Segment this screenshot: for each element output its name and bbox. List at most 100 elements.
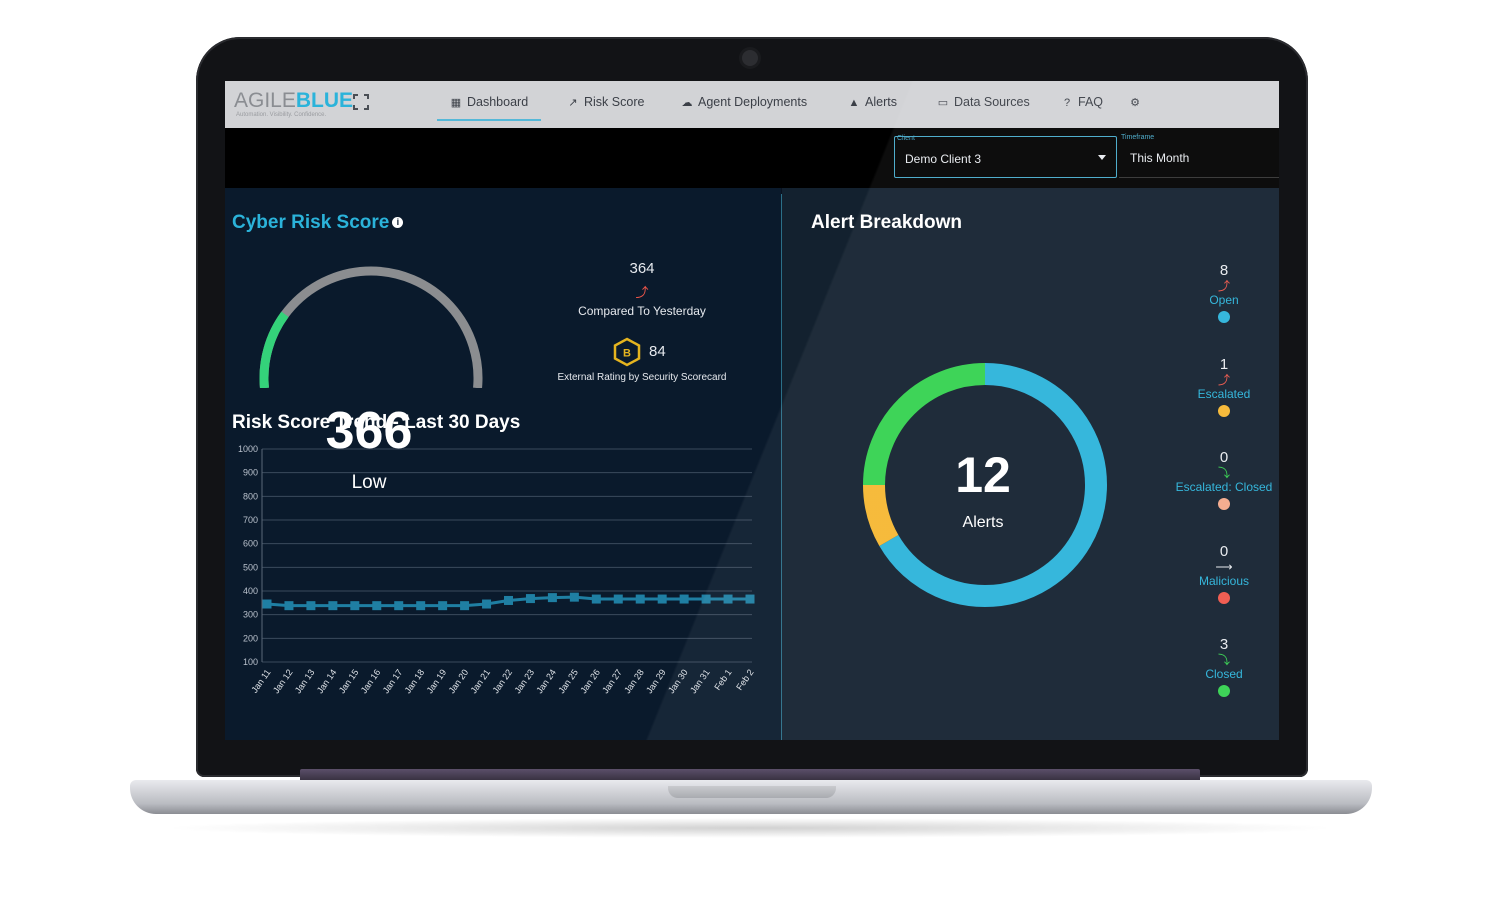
fullscreen-icon[interactable] [353, 94, 369, 110]
data-point[interactable] [460, 601, 470, 611]
data-point[interactable] [306, 601, 316, 611]
y-tick-label: 500 [243, 562, 258, 572]
legend-label: Closed [1205, 667, 1243, 681]
external-rating-label: External Rating by Security Scorecard [557, 372, 727, 383]
legend-count: 0 [1219, 449, 1229, 466]
legend-count: 8 [1219, 262, 1229, 279]
x-tick-label: Jan 19 [425, 667, 449, 695]
nav-dashboard[interactable]: ▦ Dashboard [449, 95, 528, 109]
data-point[interactable] [438, 601, 448, 611]
x-tick-label: Jan 12 [271, 667, 295, 695]
nav-faq[interactable]: ? FAQ [1060, 95, 1103, 109]
x-tick-label: Jan 27 [600, 667, 624, 695]
laptop-shadow [160, 818, 1340, 838]
x-tick-label: Jan 17 [381, 667, 405, 695]
y-tick-label: 800 [243, 491, 258, 501]
client-select[interactable]: Client Demo Client 3 [894, 135, 1117, 178]
x-tick-label: Jan 21 [468, 667, 492, 695]
x-tick-label: Feb 2 [734, 667, 755, 692]
data-point[interactable] [745, 594, 755, 604]
cyber-risk-title: Cyber Risk Score i [232, 212, 404, 234]
dashboard-icon: ▦ [450, 97, 462, 109]
client-value: Demo Client 3 [905, 152, 982, 166]
trend-down-icon: ⤵ [1217, 466, 1230, 480]
timeframe-label: Timeframe [1121, 134, 1155, 141]
active-tab-indicator [437, 119, 541, 121]
legend-label: Malicious [1198, 573, 1249, 588]
trend-up-icon: ⤴ [1217, 279, 1230, 293]
x-tick-label: Jan 14 [315, 667, 339, 695]
data-point[interactable] [394, 601, 404, 611]
risk-gauge [259, 266, 483, 388]
legend-label: Escalated: Closed [1175, 480, 1273, 494]
y-tick-label: 1000 [238, 444, 258, 454]
help-icon: ? [1063, 97, 1071, 109]
x-tick-label: Jan 24 [534, 667, 558, 695]
alert-panel: Alert Breakdown 12 Alerts 8 ⤴ Open 1 ⤴ Escala… [782, 188, 1279, 740]
data-point[interactable] [635, 594, 645, 604]
legend-color-dot [1218, 591, 1230, 604]
gauge-track [259, 266, 483, 388]
data-point[interactable] [657, 594, 667, 604]
cloud-icon: ☁ [681, 97, 693, 109]
x-tick-label: Jan 11 [249, 667, 272, 694]
data-point[interactable] [350, 601, 360, 611]
nav-risk-score[interactable]: ↗ Risk Score [566, 95, 644, 109]
grade-letter: B [623, 348, 631, 360]
legend-item-escalated[interactable]: 1 ⤴ Escalated [1164, 356, 1279, 417]
data-point[interactable] [569, 592, 579, 602]
risk-trend-title: Risk Score Trend - Last 30 Days [232, 412, 521, 433]
x-tick-label: Jan 16 [359, 667, 383, 695]
legend-item-escalated-closed[interactable]: 0 ⤵ Escalated: Closed [1164, 449, 1279, 510]
data-point[interactable] [262, 599, 272, 609]
compare-label: Compared To Yesterday [578, 304, 706, 318]
timeframe-select[interactable]: Timeframe This Month [1119, 134, 1279, 178]
x-tick-label: Jan 25 [556, 667, 580, 695]
logo-tagline: Automation. Visibility. Confidence. [236, 112, 327, 118]
data-point[interactable] [723, 594, 733, 604]
legend-item-malicious[interactable]: 0 ⟶ Malicious [1164, 543, 1279, 604]
data-point[interactable] [547, 593, 557, 603]
data-point[interactable] [328, 601, 338, 611]
data-point[interactable] [504, 595, 513, 605]
data-point[interactable] [482, 599, 492, 609]
x-tick-label: Jan 13 [293, 667, 317, 695]
data-point[interactable] [613, 594, 623, 604]
compare-value: 364 [629, 260, 655, 277]
legend-color-dot [1218, 685, 1230, 697]
y-tick-label: 900 [243, 468, 258, 478]
settings-button[interactable]: ⚙ [1128, 95, 1146, 109]
legend-color-dot [1218, 498, 1230, 510]
legend-item-open[interactable]: 8 ⤴ Open [1164, 262, 1279, 323]
logo: AGILEBLUE [234, 89, 354, 112]
data-point[interactable] [525, 594, 535, 604]
filter-bar: Client Demo Client 3 Timeframe This Mont… [225, 128, 1279, 188]
x-tick-label: Jan 29 [644, 667, 668, 695]
legend-count: 0 [1219, 542, 1229, 560]
x-tick-label: Jan 30 [666, 667, 690, 695]
alert-breakdown-title: Alert Breakdown [811, 212, 962, 233]
security-grade-badge: B [613, 337, 641, 367]
legend-label: Open [1209, 293, 1239, 307]
nav-alerts[interactable]: ▲ Alerts [847, 95, 897, 109]
y-tick-label: 300 [243, 610, 258, 620]
legend-item-closed[interactable]: 3 ⤵ Closed [1164, 636, 1279, 697]
x-tick-label: Jan 22 [490, 667, 514, 695]
trend-icon: ↗ [568, 97, 578, 109]
app-screen: AGILEBLUE Automation. Visibility. Confid… [225, 81, 1279, 740]
data-point[interactable] [372, 601, 382, 611]
data-point[interactable] [701, 594, 711, 604]
chevron-down-icon [1098, 155, 1106, 160]
data-point[interactable] [284, 601, 294, 611]
alerts-total: 12 [955, 447, 1011, 503]
gear-icon: ⚙ [1130, 97, 1140, 109]
risk-trend-chart: 1000900800700600500400300200100Jan 11Jan… [238, 444, 756, 695]
data-point[interactable] [591, 594, 601, 604]
info-icon[interactable]: i [392, 217, 404, 229]
data-point[interactable] [416, 601, 426, 611]
data-point[interactable] [679, 594, 689, 604]
x-tick-label: Jan 23 [512, 667, 536, 695]
nav-data-sources[interactable]: ▭ Data Sources [936, 95, 1030, 109]
legend-label: Escalated [1197, 386, 1251, 401]
nav-agent-deployments[interactable]: ☁ Agent Deployments [680, 95, 808, 109]
